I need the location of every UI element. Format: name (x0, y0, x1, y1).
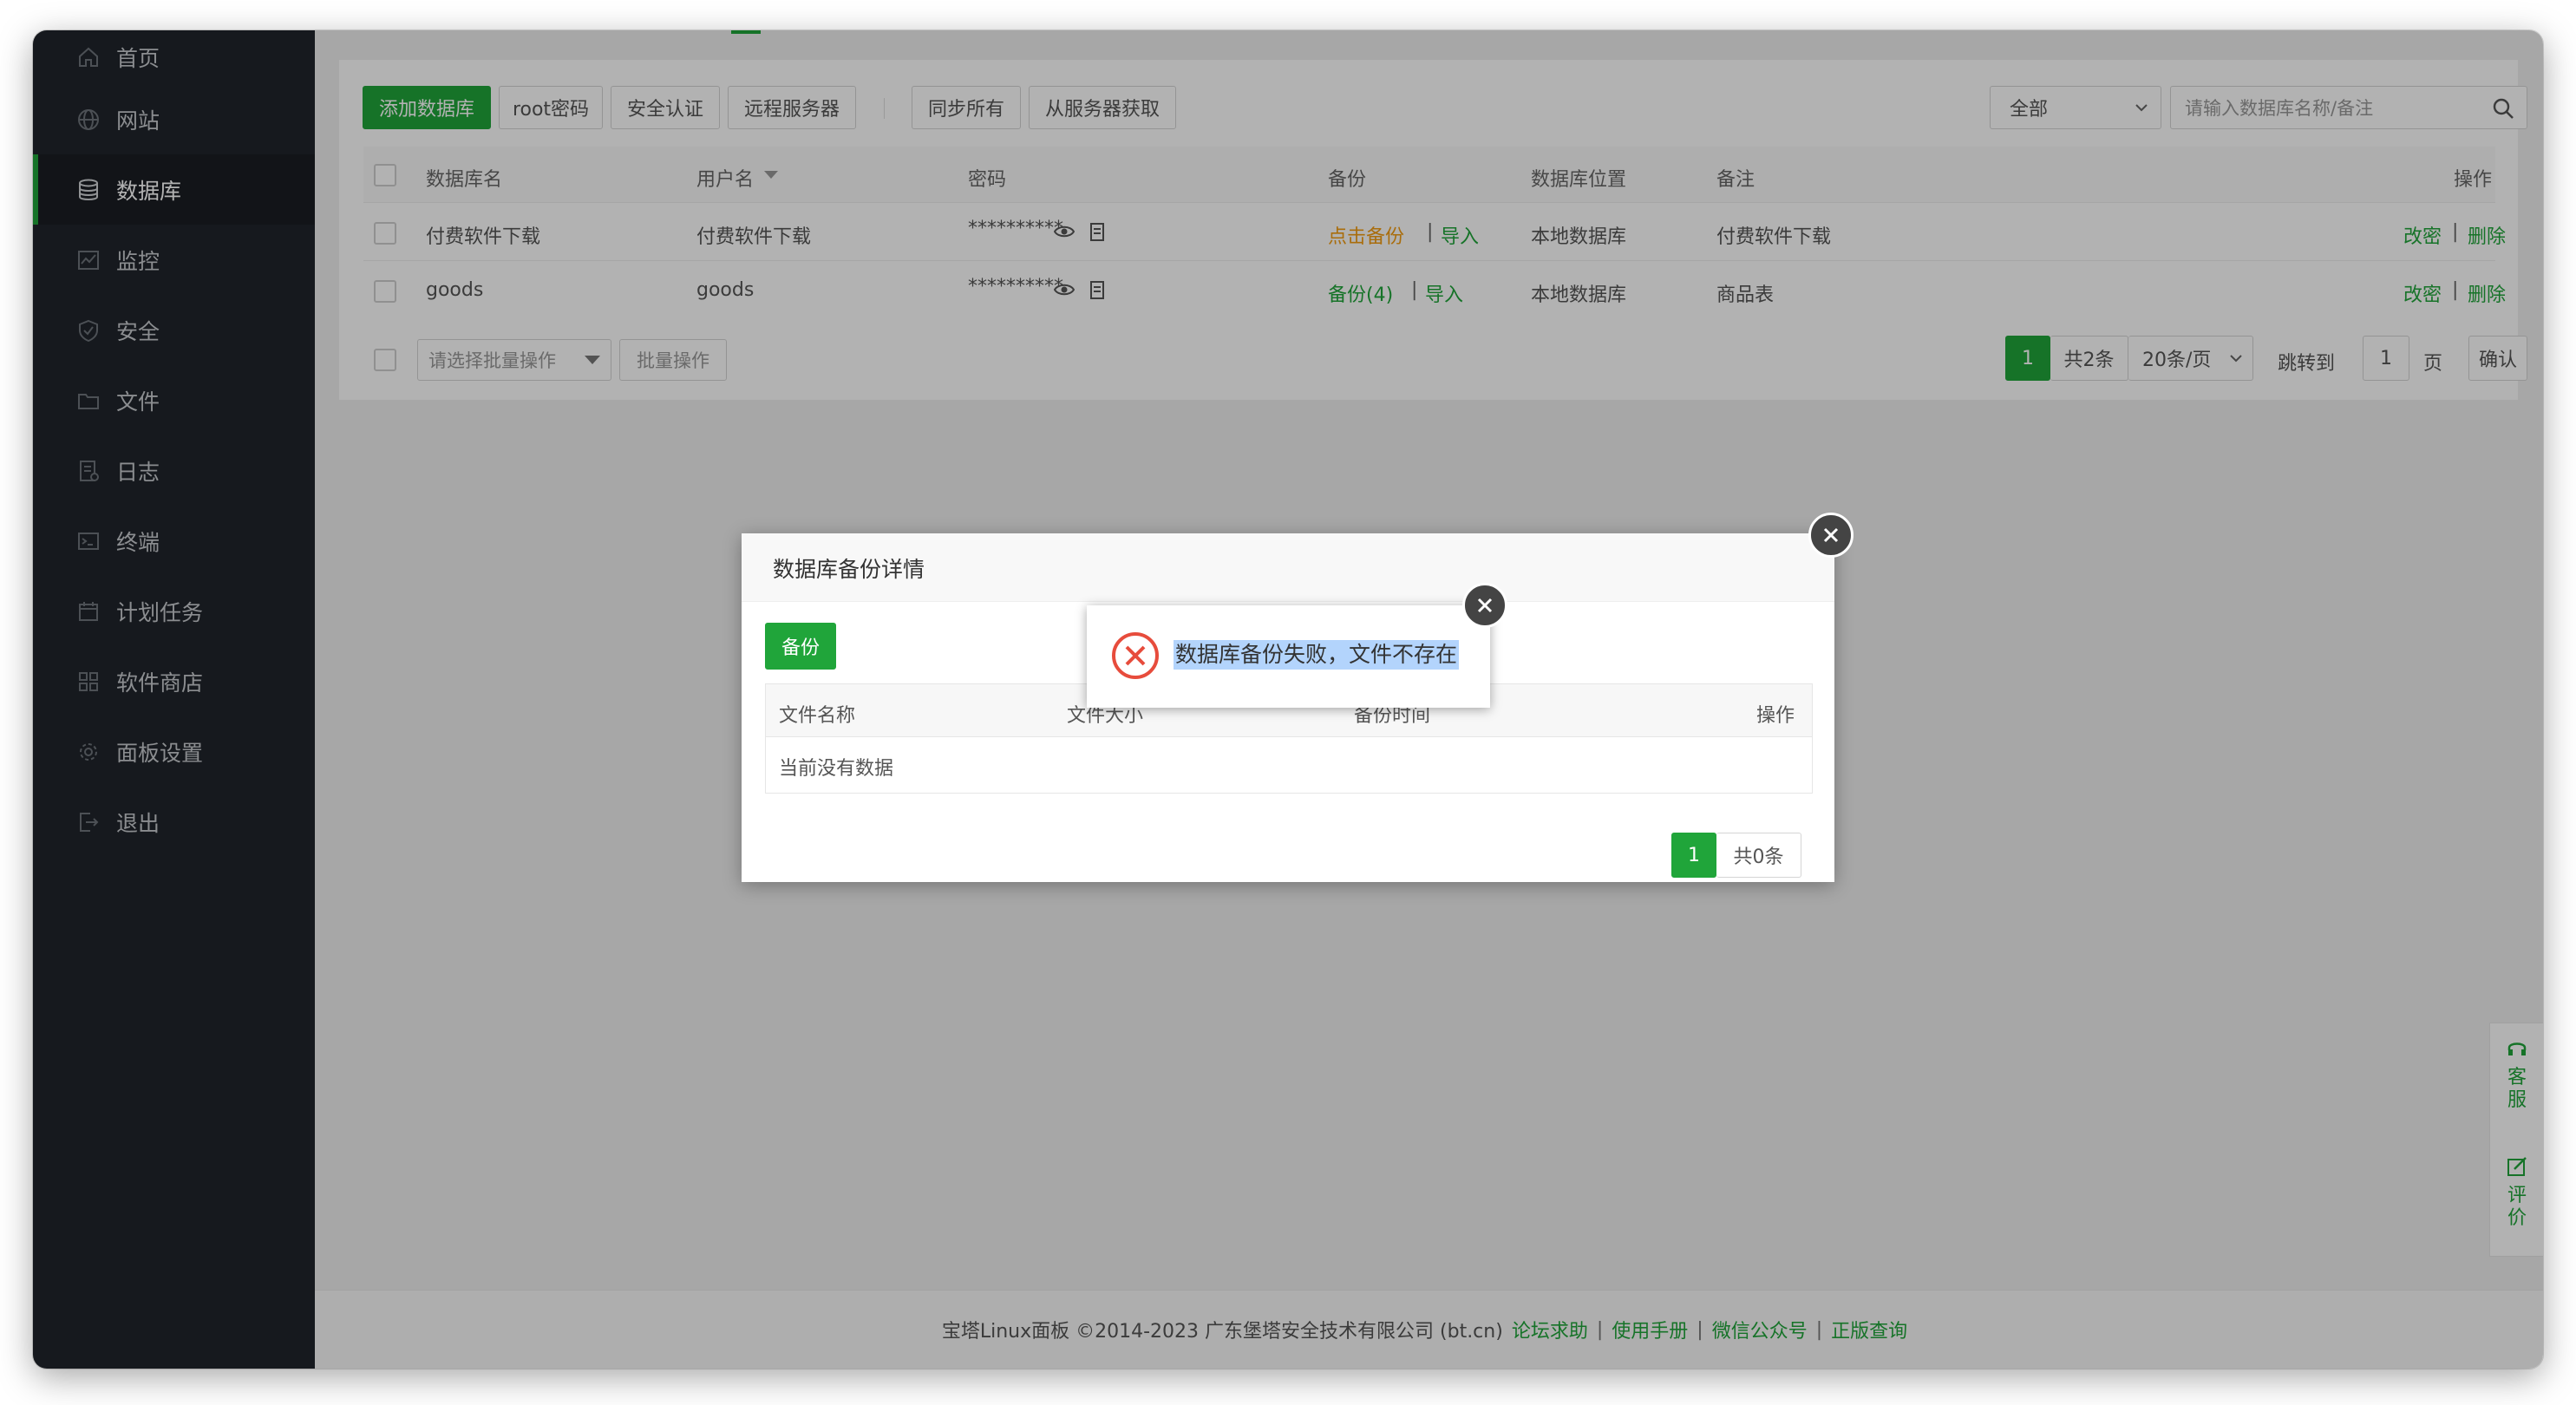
empty-state: 当前没有数据 (779, 758, 894, 780)
dialog-close-button[interactable] (1808, 513, 1854, 558)
dialog-title: 数据库备份详情 (773, 557, 925, 582)
dialog-page-total: 共0条 (1716, 833, 1801, 878)
toast-close-button[interactable] (1462, 583, 1507, 628)
close-icon (1823, 527, 1839, 543)
close-icon (1477, 598, 1493, 613)
backup-button[interactable]: 备份 (765, 623, 836, 670)
error-icon (1112, 632, 1159, 679)
toast-message[interactable]: 数据库备份失败，文件不存在 (1174, 640, 1460, 670)
error-toast: 数据库备份失败，文件不存在 (1087, 605, 1490, 708)
app-window: 首页 网站 数据库 监控 安全 文件 日志 终端 计划任务 软件商店 面板设置 … (33, 30, 2543, 1369)
dialog-header: 数据库备份详情 (742, 533, 1834, 602)
backup-details-dialog: 数据库备份详情 备份 文件名称 文件大小 备份时间 操作 当前没有数据 1 共0… (742, 533, 1834, 882)
col-header-actions: 操作 (1756, 705, 1795, 727)
dialog-page-current[interactable]: 1 (1671, 833, 1716, 878)
col-header-filename: 文件名称 (779, 705, 856, 727)
